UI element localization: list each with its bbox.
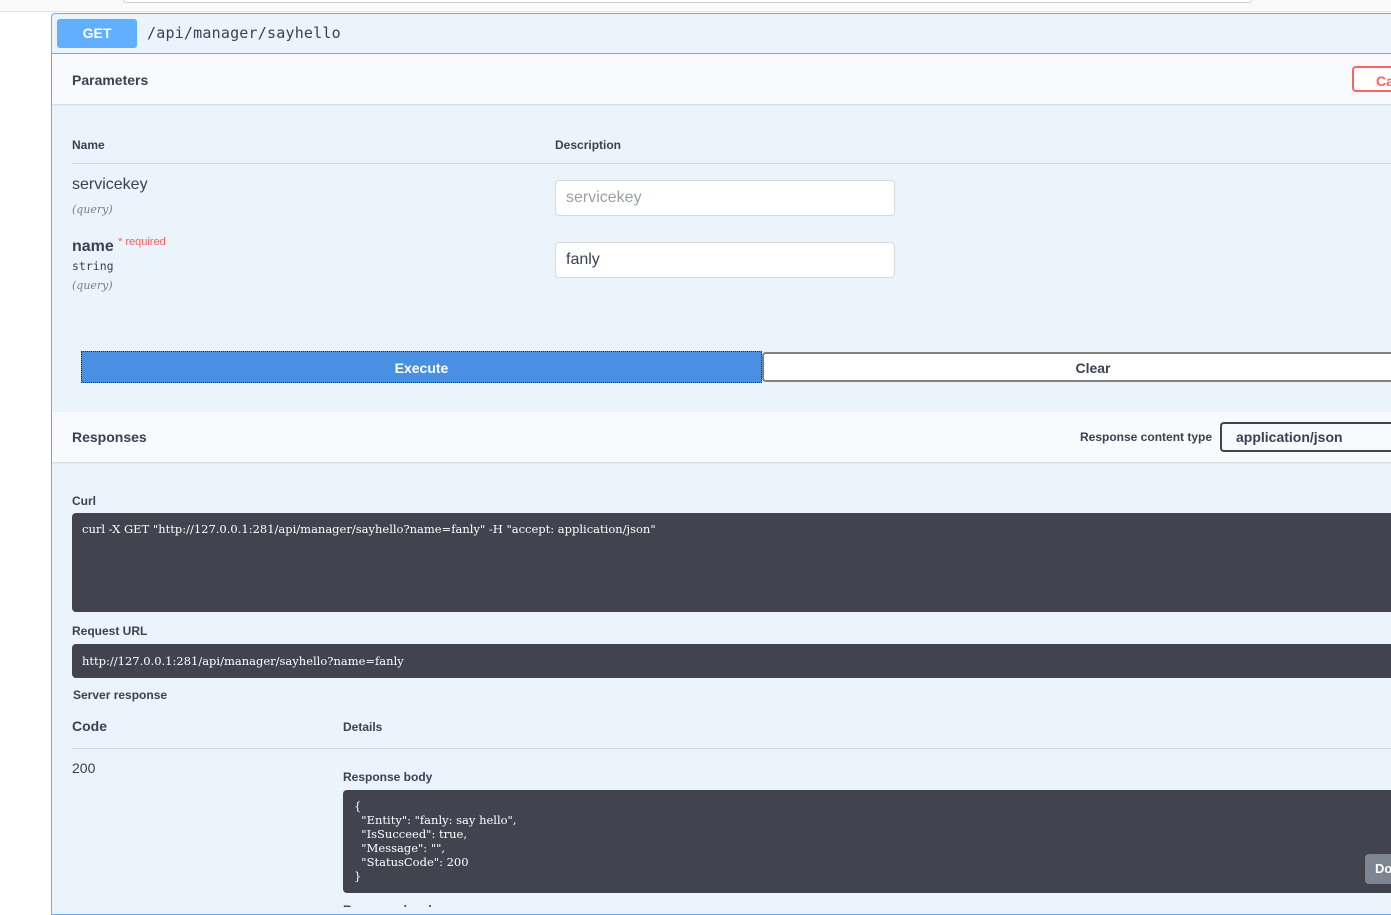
http-method-badge: GET — [57, 19, 137, 48]
request-url-block: http://127.0.0.1:281/api/manager/sayhell… — [72, 644, 1391, 678]
response-table-divider — [72, 748, 1391, 749]
responses-title: Responses — [72, 429, 147, 445]
response-code-header: Code — [72, 718, 107, 734]
param-name-servicekey: servicekey — [72, 176, 148, 193]
response-details-header: Details — [343, 720, 383, 734]
col-header-name: Name — [72, 138, 105, 152]
param-in-servicekey: (query) — [72, 203, 113, 216]
param-type-name: string — [72, 259, 114, 273]
clear-button[interactable]: Clear — [762, 352, 1391, 382]
request-url-label: Request URL — [72, 624, 148, 638]
operation-summary[interactable]: GET /api/manager/sayhello — [52, 14, 1391, 54]
response-content-type-select[interactable]: application/json — [1220, 422, 1391, 452]
server-response-label: Server response — [73, 688, 168, 702]
operation-block-get: GET /api/manager/sayhello Parameters Ca … — [51, 13, 1391, 915]
param-table-divider — [72, 163, 1391, 164]
servicekey-input[interactable] — [555, 180, 895, 216]
response-headers-label: Response headers — [343, 903, 450, 907]
name-input[interactable] — [555, 242, 895, 278]
curl-label: Curl — [72, 494, 96, 508]
cancel-button[interactable]: Ca — [1352, 66, 1391, 92]
col-header-description: Description — [555, 138, 622, 152]
param-in-name: (query) — [72, 279, 113, 292]
curl-block: curl -X GET "http://127.0.0.1:281/api/ma… — [72, 513, 1391, 612]
execute-button[interactable]: Execute — [81, 351, 762, 383]
response-content-type-label: Response content type — [1080, 430, 1213, 444]
response-body-block: { "Entity": "fanly: say hello", "IsSucce… — [343, 790, 1391, 893]
parameters-title: Parameters — [72, 72, 149, 88]
required-marker: * required — [118, 236, 166, 248]
response-body-label: Response body — [343, 770, 433, 784]
top-search-field[interactable] — [123, 0, 1252, 3]
operation-path: /api/manager/sayhello — [147, 24, 341, 42]
response-status-code: 200 — [72, 760, 96, 776]
param-name-name: name — [72, 238, 114, 255]
parameters-header: Parameters Ca — [52, 54, 1391, 104]
browser-top-strip — [0, 0, 1391, 12]
download-button[interactable]: Dow — [1365, 854, 1391, 884]
required-label: required — [125, 236, 166, 248]
